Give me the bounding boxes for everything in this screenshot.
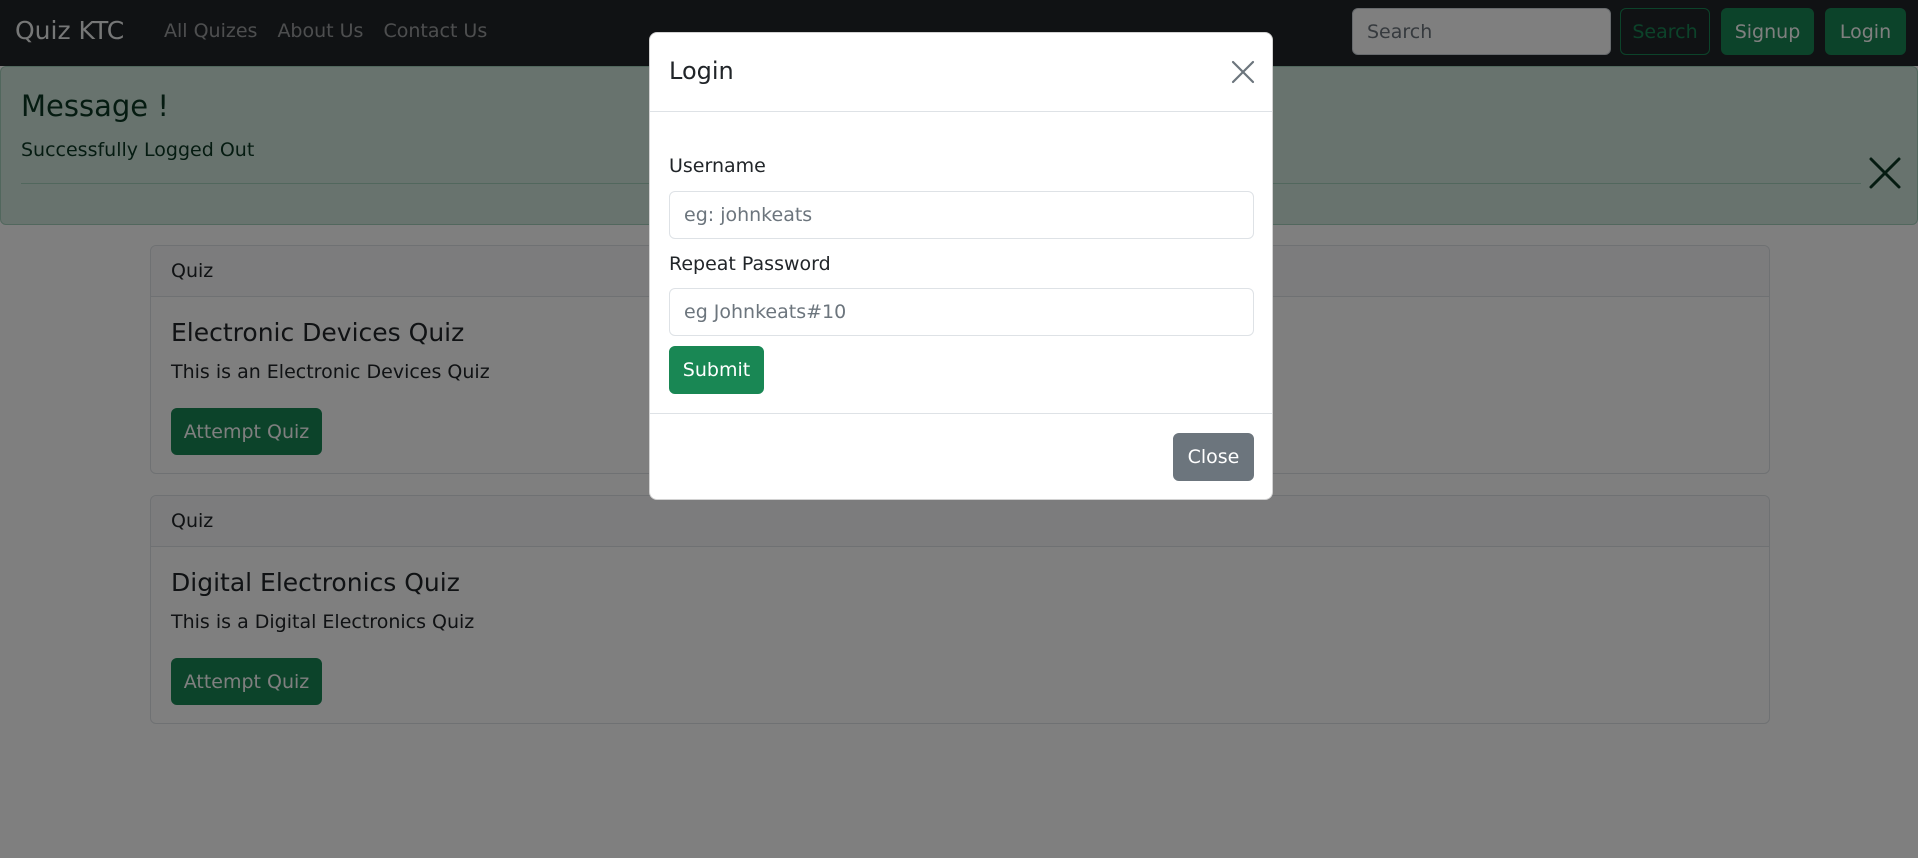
page: Quiz KTC All Quizes About Us Contact Us … [0,0,1918,858]
submit-button[interactable]: Submit [669,346,764,394]
modal-header: Login [650,33,1272,112]
login-modal: Login Username Repeat Password Submit Cl… [649,32,1273,500]
password-label: Repeat Password [669,253,831,275]
password-field[interactable] [669,288,1254,336]
username-label: Username [669,155,766,177]
close-button[interactable]: Close [1173,433,1254,481]
close-icon[interactable] [1230,59,1256,85]
modal-title: Login [669,57,734,85]
username-field[interactable] [669,191,1254,239]
modal-footer-divider [650,413,1272,414]
